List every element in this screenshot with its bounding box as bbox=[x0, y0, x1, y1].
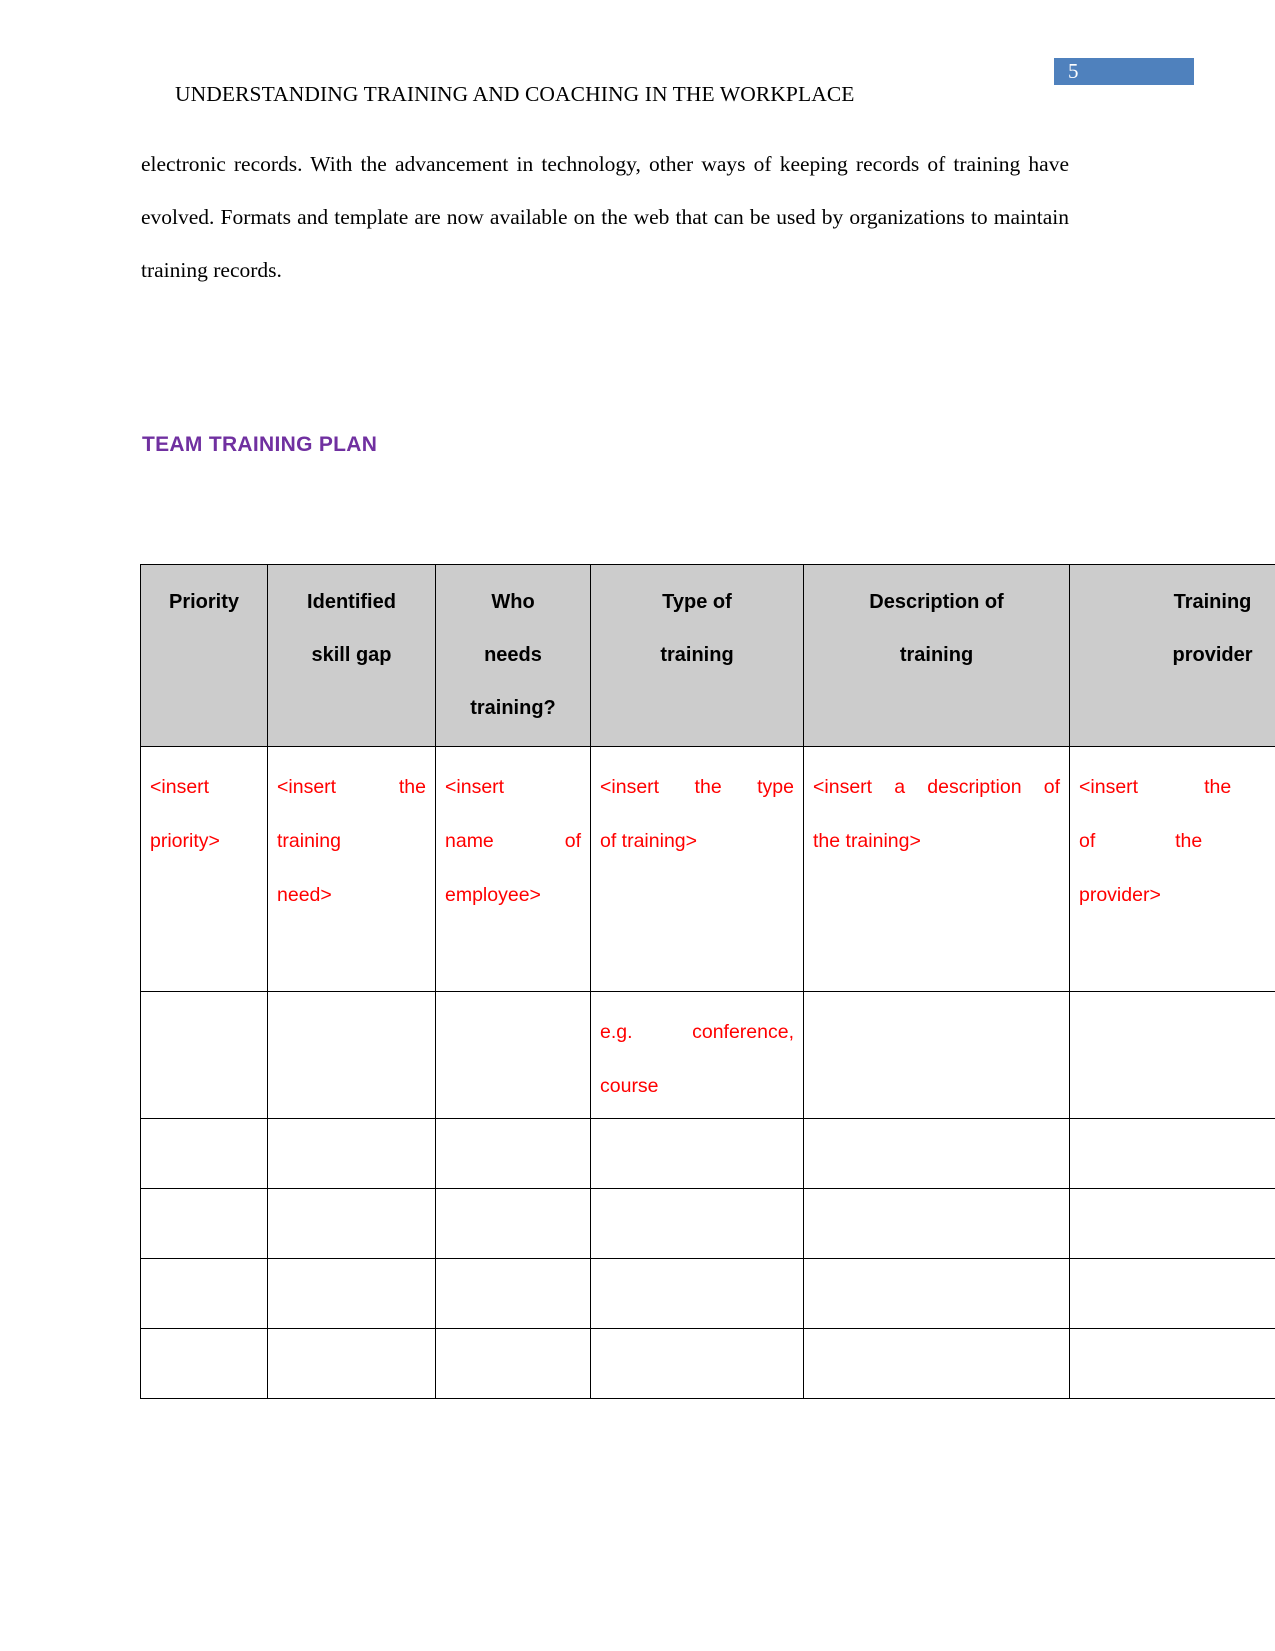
column-header-line: training bbox=[660, 644, 734, 666]
column-header-line: skill gap bbox=[311, 644, 392, 666]
cell-line: <insert the name bbox=[1079, 776, 1275, 798]
cell-line: training bbox=[277, 830, 341, 852]
cell-priority[interactable] bbox=[140, 991, 268, 1119]
cell-training-provider[interactable]: <insert the name of the training provide… bbox=[1069, 746, 1275, 992]
cell-priority[interactable] bbox=[140, 1328, 268, 1399]
cell-line: <insert bbox=[445, 776, 505, 798]
cell-who-needs-training[interactable] bbox=[435, 1328, 591, 1399]
page-number-badge: 5 bbox=[1054, 58, 1194, 85]
cell-line: need> bbox=[277, 884, 332, 906]
column-header-line: Description of bbox=[869, 591, 1004, 613]
cell-priority[interactable]: <insert priority> bbox=[140, 746, 268, 992]
cell-type-of-training[interactable] bbox=[590, 1188, 804, 1259]
document-page: 5 UNDERSTANDING TRAINING AND COACHING IN… bbox=[0, 0, 1275, 1651]
column-header-who-needs-training: Who needs training? bbox=[435, 564, 591, 747]
cell-training-provider[interactable] bbox=[1069, 991, 1275, 1119]
column-header-line: training? bbox=[470, 697, 556, 719]
cell-line: e.g. conference, bbox=[600, 1021, 794, 1043]
column-header-priority: Priority bbox=[140, 564, 268, 747]
table-row bbox=[140, 1258, 1275, 1329]
table-row: e.g. conference, course bbox=[140, 991, 1275, 1119]
cell-training-provider[interactable] bbox=[1069, 1118, 1275, 1189]
cell-who-needs-training[interactable] bbox=[435, 1258, 591, 1329]
cell-priority[interactable] bbox=[140, 1258, 268, 1329]
table-row bbox=[140, 1188, 1275, 1259]
cell-training-provider[interactable] bbox=[1069, 1328, 1275, 1399]
column-header-training-provider: Training provider bbox=[1069, 564, 1275, 747]
cell-priority[interactable] bbox=[140, 1118, 268, 1189]
cell-description-of-training[interactable] bbox=[803, 1118, 1070, 1189]
column-header-line: needs bbox=[484, 644, 542, 666]
cell-identified-skill-gap[interactable]: <insert the training need> bbox=[267, 746, 436, 992]
column-header-line: training bbox=[899, 644, 974, 666]
cell-who-needs-training[interactable]: <insert name of employee> bbox=[435, 746, 591, 992]
cell-line: of training> bbox=[600, 830, 698, 852]
team-training-plan-table-wrapper: Priority Identified skill gap Who needs … bbox=[140, 564, 1275, 1399]
cell-line: course bbox=[600, 1075, 659, 1097]
table-row bbox=[140, 1118, 1275, 1189]
column-header-line: provider bbox=[1172, 644, 1253, 666]
cell-line: of the training bbox=[1079, 830, 1275, 852]
cell-type-of-training[interactable] bbox=[590, 1258, 804, 1329]
document-running-header: UNDERSTANDING TRAINING AND COACHING IN T… bbox=[175, 82, 855, 106]
column-header-line: Priority bbox=[168, 591, 240, 613]
cell-identified-skill-gap[interactable] bbox=[267, 1118, 436, 1189]
cell-line: <insert a description of bbox=[813, 776, 1060, 798]
table-row: <insert priority> <insert the training n… bbox=[140, 746, 1275, 992]
cell-line: <insert the type bbox=[600, 776, 794, 798]
team-training-plan-table: Priority Identified skill gap Who needs … bbox=[140, 564, 1275, 1399]
cell-line: <insert bbox=[150, 776, 210, 798]
column-header-line: Who bbox=[491, 591, 535, 613]
cell-description-of-training[interactable] bbox=[803, 1188, 1070, 1259]
column-header-type-of-training: Type of training bbox=[590, 564, 804, 747]
cell-description-of-training[interactable] bbox=[803, 1258, 1070, 1329]
cell-line: employee> bbox=[445, 884, 541, 906]
cell-training-provider[interactable] bbox=[1069, 1258, 1275, 1329]
cell-identified-skill-gap[interactable] bbox=[267, 1328, 436, 1399]
table-row bbox=[140, 1328, 1275, 1399]
cell-identified-skill-gap[interactable] bbox=[267, 991, 436, 1119]
column-header-description-of-training: Description of training bbox=[803, 564, 1070, 747]
cell-line: the training> bbox=[813, 830, 921, 852]
cell-type-of-training[interactable] bbox=[590, 1118, 804, 1189]
page-number-text: 5 bbox=[1068, 59, 1079, 83]
cell-type-of-training[interactable]: <insert the type of training> bbox=[590, 746, 804, 992]
section-heading: TEAM TRAINING PLAN bbox=[142, 433, 378, 456]
cell-type-of-training[interactable]: e.g. conference, course bbox=[590, 991, 804, 1119]
cell-who-needs-training[interactable] bbox=[435, 991, 591, 1119]
column-header-line: Training bbox=[1173, 591, 1252, 613]
column-header-line: Identified bbox=[307, 591, 396, 613]
cell-training-provider[interactable] bbox=[1069, 1188, 1275, 1259]
cell-description-of-training[interactable] bbox=[803, 991, 1070, 1119]
body-paragraph: electronic records. With the advancement… bbox=[141, 152, 1069, 282]
cell-description-of-training[interactable]: <insert a description of the training> bbox=[803, 746, 1070, 992]
cell-line: <insert the bbox=[277, 776, 426, 798]
cell-who-needs-training[interactable] bbox=[435, 1118, 591, 1189]
cell-description-of-training[interactable] bbox=[803, 1328, 1070, 1399]
cell-line: priority> bbox=[150, 830, 220, 852]
cell-line: provider> bbox=[1079, 884, 1161, 906]
cell-priority[interactable] bbox=[140, 1188, 268, 1259]
cell-type-of-training[interactable] bbox=[590, 1328, 804, 1399]
cell-identified-skill-gap[interactable] bbox=[267, 1188, 436, 1259]
column-header-line: Type of bbox=[662, 591, 732, 613]
column-header-identified-skill-gap: Identified skill gap bbox=[267, 564, 436, 747]
cell-who-needs-training[interactable] bbox=[435, 1188, 591, 1259]
table-header-row: Priority Identified skill gap Who needs … bbox=[140, 564, 1275, 747]
cell-identified-skill-gap[interactable] bbox=[267, 1258, 436, 1329]
cell-line: name of bbox=[445, 830, 581, 852]
